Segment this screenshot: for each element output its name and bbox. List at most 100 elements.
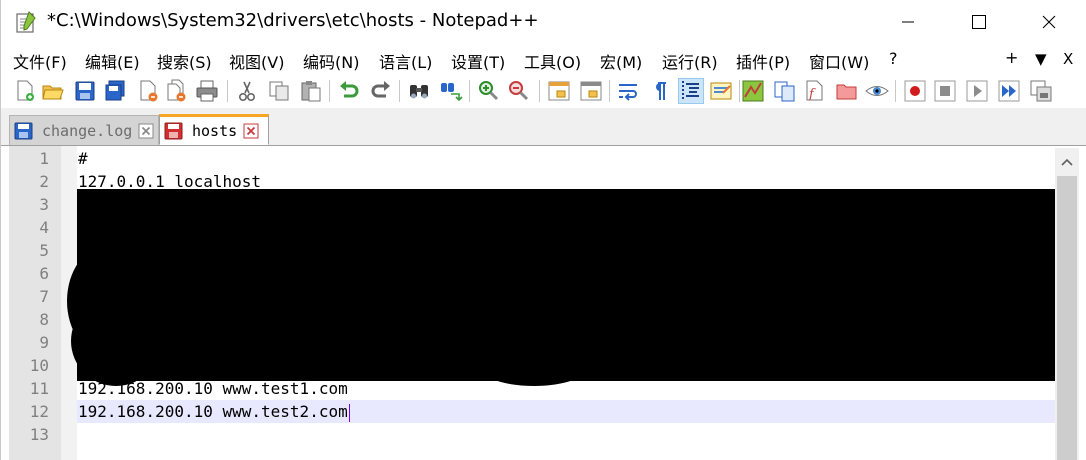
redo-button[interactable]: [369, 79, 393, 103]
zoom-out-button[interactable]: [507, 79, 531, 103]
save-macro-button[interactable]: [1029, 79, 1053, 103]
chevron-up-icon: [1061, 158, 1073, 166]
document-map-button[interactable]: [741, 79, 765, 103]
new-file-button[interactable]: [13, 79, 37, 103]
copy-button[interactable]: [267, 79, 291, 103]
document-map-icon: [742, 80, 764, 102]
unsaved-file-icon: [164, 122, 183, 139]
sync-horizontal-scroll-button[interactable]: [579, 79, 603, 103]
record-icon: [904, 80, 926, 102]
code-line[interactable]: [77, 423, 1056, 446]
paste-button[interactable]: [299, 79, 323, 103]
define-language-button[interactable]: [709, 79, 733, 103]
menu-run[interactable]: 运行(R): [662, 49, 718, 73]
paste-icon: [301, 81, 321, 102]
menu-edit[interactable]: 编辑(E): [85, 49, 140, 73]
function-list-icon: f: [806, 80, 823, 102]
function-list-button[interactable]: f: [803, 79, 827, 103]
replace-button[interactable]: [439, 79, 463, 103]
fast-forward-icon: [998, 80, 1020, 102]
tab-close-icon[interactable]: [243, 123, 259, 139]
menu-settings[interactable]: 设置(T): [451, 49, 505, 73]
monitoring-button[interactable]: [865, 79, 889, 103]
replace-icon: [441, 83, 463, 102]
playback-macro-button[interactable]: [965, 79, 989, 103]
show-all-characters-button[interactable]: [647, 79, 671, 103]
redaction-mask: [479, 346, 589, 386]
line-number: 13: [29, 425, 49, 444]
sync-vertical-icon: [548, 81, 570, 101]
save-icon: [75, 81, 95, 101]
save-button[interactable]: [73, 79, 97, 103]
menu-encoding[interactable]: 编码(N): [303, 49, 359, 73]
copy-icon: [269, 81, 289, 101]
zoom-in-button[interactable]: [477, 79, 501, 103]
menu-view[interactable]: 视图(V): [229, 49, 284, 73]
undo-button[interactable]: [337, 79, 361, 103]
line-number: 2: [39, 172, 49, 191]
save-all-icon: [105, 80, 125, 101]
save-macro-icon: [1030, 80, 1052, 102]
code-line-current[interactable]: 192.168.200.10 www.test2.com: [77, 400, 1056, 423]
indent-guide-button[interactable]: [678, 78, 704, 104]
tab-hosts[interactable]: hosts: [159, 114, 269, 145]
folder-icon: [836, 84, 857, 100]
close-file-button[interactable]: [137, 79, 161, 103]
menu-tools[interactable]: 工具(O): [524, 49, 581, 73]
zoom-out-icon: [509, 81, 529, 101]
menu-bar: 文件(F) 编辑(E) 搜索(S) 视图(V) 编码(N) 语言(L) 设置(T…: [1, 44, 1086, 74]
sync-horizontal-icon: [580, 81, 602, 101]
stop-recording-button[interactable]: [933, 79, 957, 103]
find-button[interactable]: [407, 79, 431, 103]
save-all-button[interactable]: [103, 79, 127, 103]
indent-guide-icon: [682, 81, 699, 101]
redo-icon: [371, 81, 390, 98]
scroll-up-button[interactable]: [1055, 148, 1079, 176]
code-line[interactable]: #: [77, 147, 1056, 170]
menu-file[interactable]: 文件(F): [13, 49, 67, 73]
define-language-icon: [710, 82, 732, 100]
close-icon: [1042, 15, 1056, 29]
stop-icon: [934, 80, 956, 102]
folder-as-workspace-button[interactable]: [835, 79, 859, 103]
printer-icon: [196, 80, 218, 102]
close-document-button[interactable]: X: [1063, 50, 1073, 68]
run-macro-multiple-button[interactable]: [997, 79, 1021, 103]
scissors-icon: [239, 81, 256, 102]
tab-change-log[interactable]: change.log: [9, 115, 159, 145]
document-list-button[interactable]: [773, 79, 797, 103]
cut-button[interactable]: [235, 79, 259, 103]
line-number: 6: [39, 264, 49, 283]
tab-list-dropdown[interactable]: ▼: [1035, 50, 1047, 68]
document-list-icon: [774, 81, 795, 102]
close-all-button[interactable]: [165, 79, 189, 103]
menu-window[interactable]: 窗口(W): [809, 49, 869, 73]
close-button[interactable]: [1019, 0, 1079, 44]
maximize-button[interactable]: [949, 0, 1009, 44]
print-button[interactable]: [195, 79, 219, 103]
tab-close-icon[interactable]: [138, 123, 154, 139]
line-number: 7: [39, 287, 49, 306]
word-wrap-button[interactable]: [617, 79, 641, 103]
open-file-button[interactable]: [41, 79, 65, 103]
vertical-scrollbar[interactable]: [1055, 148, 1079, 460]
new-tab-button[interactable]: +: [1005, 48, 1018, 67]
notepadpp-app-icon[interactable]: [15, 10, 37, 34]
menu-help[interactable]: ?: [889, 49, 898, 68]
sync-vertical-scroll-button[interactable]: [547, 79, 571, 103]
window-title: *C:\Windows\System32\drivers\etc\hosts -…: [47, 10, 539, 31]
menu-language[interactable]: 语言(L): [379, 49, 432, 73]
scrollbar-thumb[interactable]: [1057, 176, 1077, 460]
eye-icon: [865, 86, 889, 96]
menu-plugins[interactable]: 插件(P): [736, 49, 790, 73]
word-wrap-icon: [619, 84, 637, 101]
undo-icon: [340, 81, 359, 98]
line-number: 1: [39, 149, 49, 168]
record-macro-button[interactable]: [903, 79, 927, 103]
minimize-button[interactable]: [878, 0, 938, 44]
toolbar-separator: [469, 80, 470, 102]
text-caret: [348, 403, 350, 422]
menu-macro[interactable]: 宏(M): [600, 49, 642, 73]
text-editor[interactable]: 1 2 3 4 5 6 7 8 9 10 11 12 13 # 127.0.0.…: [9, 146, 1086, 460]
menu-search[interactable]: 搜索(S): [157, 49, 212, 73]
